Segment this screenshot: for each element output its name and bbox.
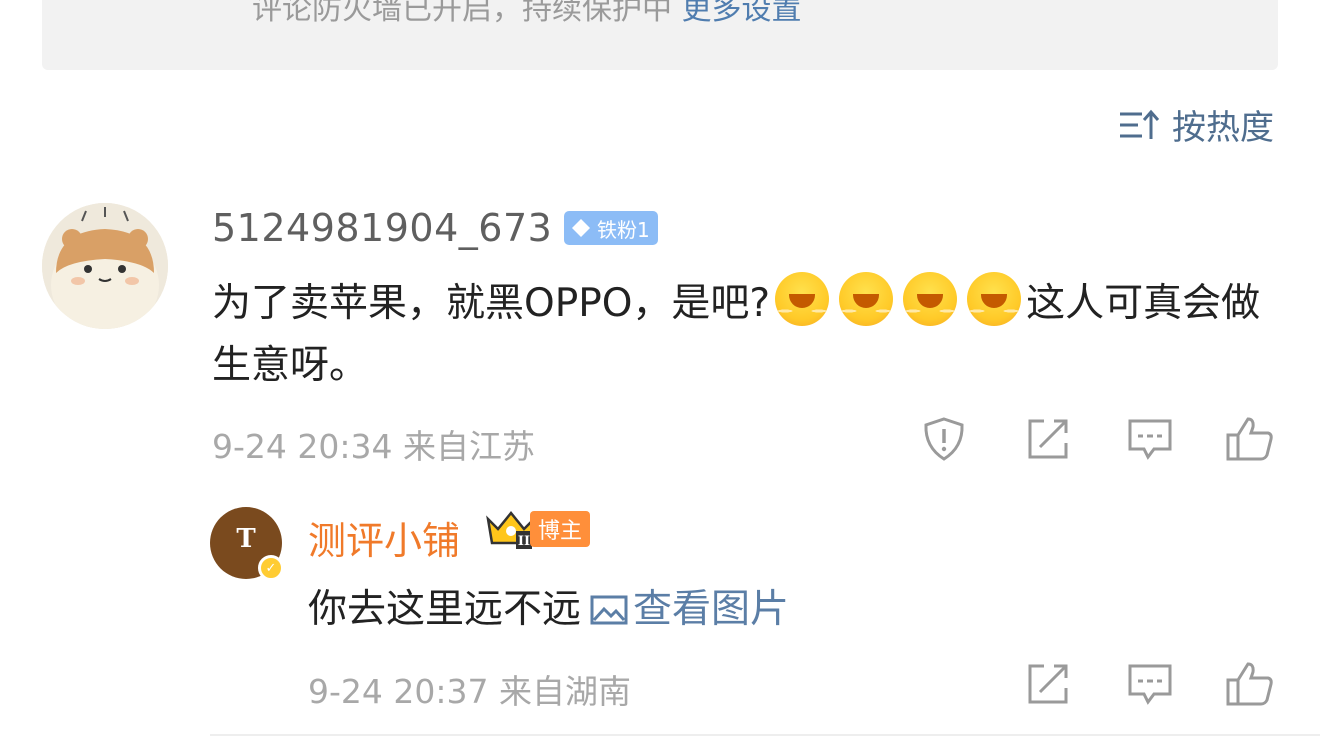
thumbs-up-icon: [1226, 417, 1273, 461]
hug-emoji-icon: [901, 272, 960, 326]
shield-alert-icon: [924, 417, 964, 461]
reply-time: 9-24 20:37: [308, 672, 489, 711]
share-icon: [1028, 419, 1068, 459]
report-button[interactable]: [918, 415, 970, 463]
banner-message: 评论防火墙已开启，持续保护中: [252, 0, 672, 27]
image-icon: [590, 595, 628, 625]
comment-icon: [1128, 664, 1172, 705]
comment-location: 来自江苏: [403, 427, 535, 466]
fan-level-badge[interactable]: 铁粉1: [564, 211, 658, 245]
share-icon: [1028, 664, 1068, 704]
hug-emoji-icon: [965, 272, 1024, 326]
comment-time: 9-24 20:34: [212, 427, 393, 466]
sort-by-hot-button[interactable]: 按热度: [1118, 100, 1274, 149]
more-settings-link[interactable]: 更多设置: [682, 0, 802, 27]
fan-badge-label: 铁粉1: [597, 217, 650, 242]
reply-text: 你去这里远不远 查看图片: [308, 578, 789, 634]
thumbs-up-icon: [1226, 662, 1273, 706]
hug-emoji-icon: [837, 272, 896, 326]
comment-text: 为了卖苹果，就黑OPPO，是吧? 这人可真会做生意呀。: [212, 272, 1282, 397]
reply-comment-button[interactable]: [1124, 660, 1176, 708]
firewall-banner: 评论防火墙已开启，持续保护中 更多设置: [42, 0, 1278, 70]
diamond-icon: [572, 219, 590, 237]
user-avatar[interactable]: [42, 203, 168, 329]
reply-like-button[interactable]: [1224, 660, 1276, 708]
view-image-link[interactable]: 查看图片: [581, 587, 789, 632]
comment-text-part1: 为了卖苹果，就黑OPPO，是吧?: [212, 281, 771, 326]
hug-emoji-icon: [773, 272, 832, 326]
reply-button[interactable]: [1124, 415, 1176, 463]
divider: [210, 734, 1320, 736]
comment-username[interactable]: 5124981904_673: [212, 206, 552, 250]
banner-text: 评论防火墙已开启，持续保护中 更多设置: [252, 0, 802, 28]
reply-meta: 9-24 20:37 来自湖南: [308, 665, 631, 713]
reply-share-button[interactable]: [1022, 660, 1074, 708]
verified-icon: ✓: [258, 555, 284, 581]
blogger-badge-label: 博主: [538, 519, 583, 544]
crown-level: II: [518, 534, 530, 549]
comment-meta: 9-24 20:34 来自江苏: [212, 420, 535, 468]
share-button[interactable]: [1022, 415, 1074, 463]
sort-label: 按热度: [1172, 108, 1274, 148]
reply-text-content: 你去这里远不远: [308, 587, 582, 632]
like-button[interactable]: [1224, 415, 1276, 463]
hamster-avatar-icon: [42, 203, 168, 329]
reply-username[interactable]: 测评小铺: [308, 510, 460, 565]
comment-icon: [1128, 419, 1172, 460]
blogger-badge: 博主: [530, 511, 591, 547]
avatar-letter: T: [236, 523, 256, 554]
view-image-label: 查看图片: [633, 587, 790, 632]
sort-icon: [1120, 109, 1160, 139]
reply-location: 来自湖南: [499, 672, 631, 711]
